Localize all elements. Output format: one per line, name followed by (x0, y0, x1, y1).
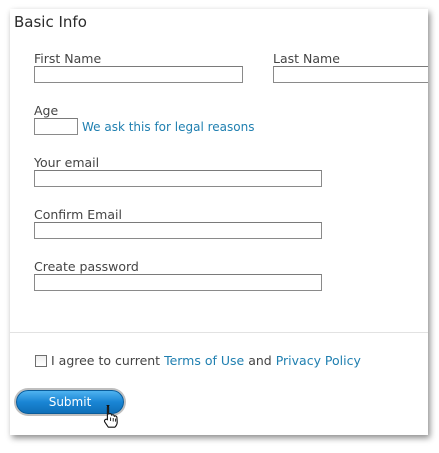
section-title: Basic Info (14, 13, 87, 31)
age-input[interactable] (34, 118, 78, 135)
terms-of-use-link[interactable]: Terms of Use (164, 353, 244, 368)
confirm-email-input[interactable] (34, 222, 322, 239)
privacy-policy-link[interactable]: Privacy Policy (276, 353, 361, 368)
password-label: Create password (34, 259, 139, 274)
first-name-input[interactable] (34, 66, 243, 83)
age-label: Age (34, 103, 59, 118)
agreement-row: I agree to current Terms of Use and Priv… (35, 353, 361, 368)
divider (10, 332, 428, 333)
basic-info-panel: Basic Info First Name Last Name Age We a… (10, 9, 428, 435)
email-input[interactable] (34, 170, 322, 187)
agree-checkbox[interactable] (35, 354, 47, 367)
agreement-joiner: and (244, 353, 276, 368)
password-input[interactable] (34, 274, 322, 291)
last-name-input[interactable] (273, 66, 428, 83)
hand-pointer-icon (104, 404, 118, 428)
confirm-email-label: Confirm Email (34, 207, 122, 222)
email-label: Your email (34, 155, 100, 170)
last-name-label: Last Name (273, 51, 340, 66)
agreement-prefix: I agree to current (51, 353, 165, 368)
first-name-label: First Name (34, 51, 102, 66)
age-hint: We ask this for legal reasons (82, 120, 255, 134)
